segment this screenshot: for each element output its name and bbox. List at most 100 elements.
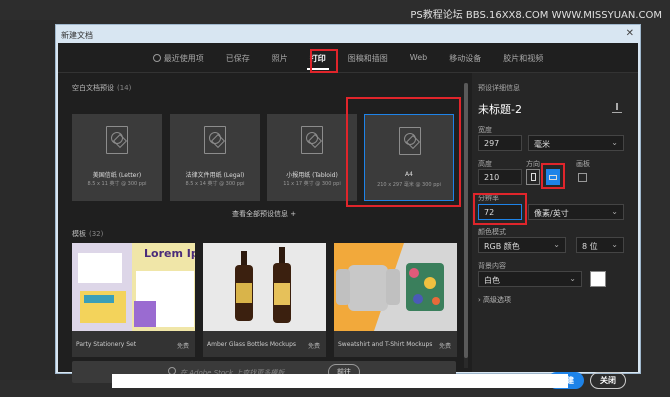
template-name: Amber Glass Bottles Mockups [207, 341, 297, 348]
template-sweatshirt[interactable]: Sweatshirt and T-Shirt Mockups 免费 [334, 243, 457, 357]
portrait-icon [531, 173, 536, 181]
preset-letter[interactable]: 美国信纸 (Letter) 8.5 x 11 英寸 @ 300 ppi [72, 114, 162, 201]
resolution-unit-value: 像素/英寸 [534, 209, 569, 218]
tab-photo[interactable]: 照片 [261, 43, 299, 73]
tab-label: 最近使用项 [163, 54, 204, 63]
landscape-orientation-icon[interactable] [546, 169, 560, 185]
clock-icon [152, 54, 161, 62]
unit-select[interactable]: 毫米 ⌄ [528, 135, 624, 151]
unit-value: 毫米 [534, 140, 550, 149]
template-thumbnail [334, 243, 457, 331]
tab-print[interactable]: 打印 [299, 43, 337, 73]
window-close-icon[interactable]: ✕ [626, 28, 634, 39]
tab-mobile[interactable]: 移动设备 [438, 43, 492, 73]
artboard-label: 画板 [576, 160, 590, 168]
color-mode-select[interactable]: RGB 颜色 ⌄ [478, 237, 566, 253]
chevron-down-icon: ⌄ [611, 138, 618, 147]
background-select[interactable]: 白色 ⌄ [478, 271, 582, 287]
template-thumbnail: Lorem Ipsum [72, 243, 195, 331]
bit-depth-value: 8 位 [582, 242, 598, 251]
orientation-label: 方向 [526, 160, 540, 168]
document-name-field[interactable]: 未标题-2 [478, 101, 522, 117]
template-party-stationery[interactable]: Lorem Ipsum Party Stationery Set 免费 [72, 243, 195, 357]
templates-label: 模板 [72, 230, 86, 238]
preset-size: 8.5 x 14 英寸 @ 300 ppi [185, 181, 245, 187]
presets-section-label: 空白文档预设 (14) [72, 83, 131, 93]
template-name: Sweatshirt and T-Shirt Mockups [338, 341, 433, 348]
advanced-options-toggle[interactable]: › 高级选项 [478, 295, 511, 305]
preset-legal[interactable]: 法律文件用纸 (Legal) 8.5 x 14 英寸 @ 300 ppi [170, 114, 260, 201]
width-label: 宽度 [478, 126, 492, 134]
template-price: 免费 [438, 343, 451, 350]
close-button[interactable]: 关闭 [590, 372, 626, 389]
scroll-thumb[interactable] [464, 83, 468, 358]
tab-label: 照片 [271, 54, 288, 63]
preset-a4[interactable]: A4 210 x 297 毫米 @ 300 ppi [364, 114, 454, 201]
background-panel [0, 20, 56, 380]
chevron-down-icon: ⌄ [553, 240, 560, 249]
background-value: 白色 [484, 276, 500, 285]
tab-label: 移动设备 [449, 54, 482, 63]
tab-web[interactable]: Web [399, 43, 438, 73]
template-price: 免费 [307, 343, 320, 350]
preset-size: 8.5 x 11 英寸 @ 300 ppi [87, 181, 147, 187]
tab-label: 图稿和插图 [347, 54, 388, 63]
height-input[interactable]: 210 [478, 169, 522, 185]
advanced-options-label: 高级选项 [483, 296, 512, 304]
templates-count: (32) [89, 230, 104, 238]
preset-name: 小报用纸 (Tabloid) [286, 172, 338, 179]
stationery-thumbnail: Lorem Ipsum [72, 243, 195, 331]
thumbnail-text: Lorem Ipsum [144, 247, 195, 260]
document-icon [204, 126, 226, 154]
tab-saved[interactable]: 已保存 [215, 43, 261, 73]
color-mode-label: 颜色模式 [478, 228, 506, 236]
color-mode-value: RGB 颜色 [484, 242, 520, 251]
tab-label: 打印 [309, 54, 326, 63]
portrait-orientation-icon[interactable] [526, 169, 540, 185]
watermark-text: PS教程论坛 BBS.16XX8.COM WWW.MISSYUAN.COM [410, 10, 662, 21]
background-color-swatch[interactable] [590, 271, 606, 287]
document-icon [399, 127, 421, 155]
tab-recent[interactable]: 最近使用项 [142, 43, 215, 73]
tab-label: 已保存 [225, 54, 250, 63]
chevron-down-icon: ⌄ [611, 207, 618, 216]
bit-depth-select[interactable]: 8 位 ⌄ [576, 237, 624, 253]
scrollbar[interactable] [464, 83, 468, 368]
save-preset-icon[interactable] [612, 103, 622, 113]
background-strip [112, 374, 568, 388]
new-document-window: 新建文档 ✕ 最近使用项 已保存 照片 打印 图稿和插图 Web 移动设备 胶片… [55, 24, 641, 389]
preset-details-panel: 预设详细信息 未标题-2 宽度 297 毫米 ⌄ 高度 210 方向 画板 分辨率… [472, 73, 638, 372]
resolution-input[interactable]: 72 [478, 204, 522, 220]
preset-name: A4 [405, 171, 413, 178]
tab-art-illustration[interactable]: 图稿和插图 [337, 43, 399, 73]
resolution-label: 分辨率 [478, 194, 499, 202]
background-label: 背景内容 [478, 262, 506, 270]
document-icon [106, 126, 128, 154]
category-tabs: 最近使用项 已保存 照片 打印 图稿和插图 Web 移动设备 胶片和视频 [58, 43, 638, 73]
tab-film-video[interactable]: 胶片和视频 [492, 43, 554, 73]
width-input[interactable]: 297 [478, 135, 522, 151]
template-price: 免费 [176, 343, 189, 350]
panel-section-title: 预设详细信息 [478, 84, 520, 92]
preset-name: 法律文件用纸 (Legal) [185, 172, 245, 179]
presets-label: 空白文档预设 [72, 84, 114, 92]
template-name: Party Stationery Set [76, 341, 137, 348]
landscape-icon [549, 175, 557, 180]
view-all-presets-link[interactable]: 查看全部预设信息 + [232, 209, 296, 219]
template-amber-bottles[interactable]: Amber Glass Bottles Mockups 免费 [203, 243, 326, 357]
resolution-unit-select[interactable]: 像素/英寸 ⌄ [528, 204, 624, 220]
tab-label: 胶片和视频 [503, 54, 544, 63]
presets-count: (14) [117, 84, 132, 92]
document-icon [301, 126, 323, 154]
chevron-down-icon: ⌄ [611, 240, 618, 249]
chevron-down-icon: ⌄ [569, 274, 576, 283]
bottles-thumbnail [203, 243, 326, 331]
tab-label: Web [409, 53, 428, 62]
height-label: 高度 [478, 160, 492, 168]
preset-tabloid[interactable]: 小报用纸 (Tabloid) 11 x 17 英寸 @ 300 ppi [267, 114, 357, 201]
sweatshirt-thumbnail [334, 243, 457, 331]
template-thumbnail [203, 243, 326, 331]
artboard-checkbox[interactable] [578, 173, 587, 182]
templates-section-label: 模板 (32) [72, 229, 103, 239]
window-title: 新建文档 [61, 31, 93, 40]
